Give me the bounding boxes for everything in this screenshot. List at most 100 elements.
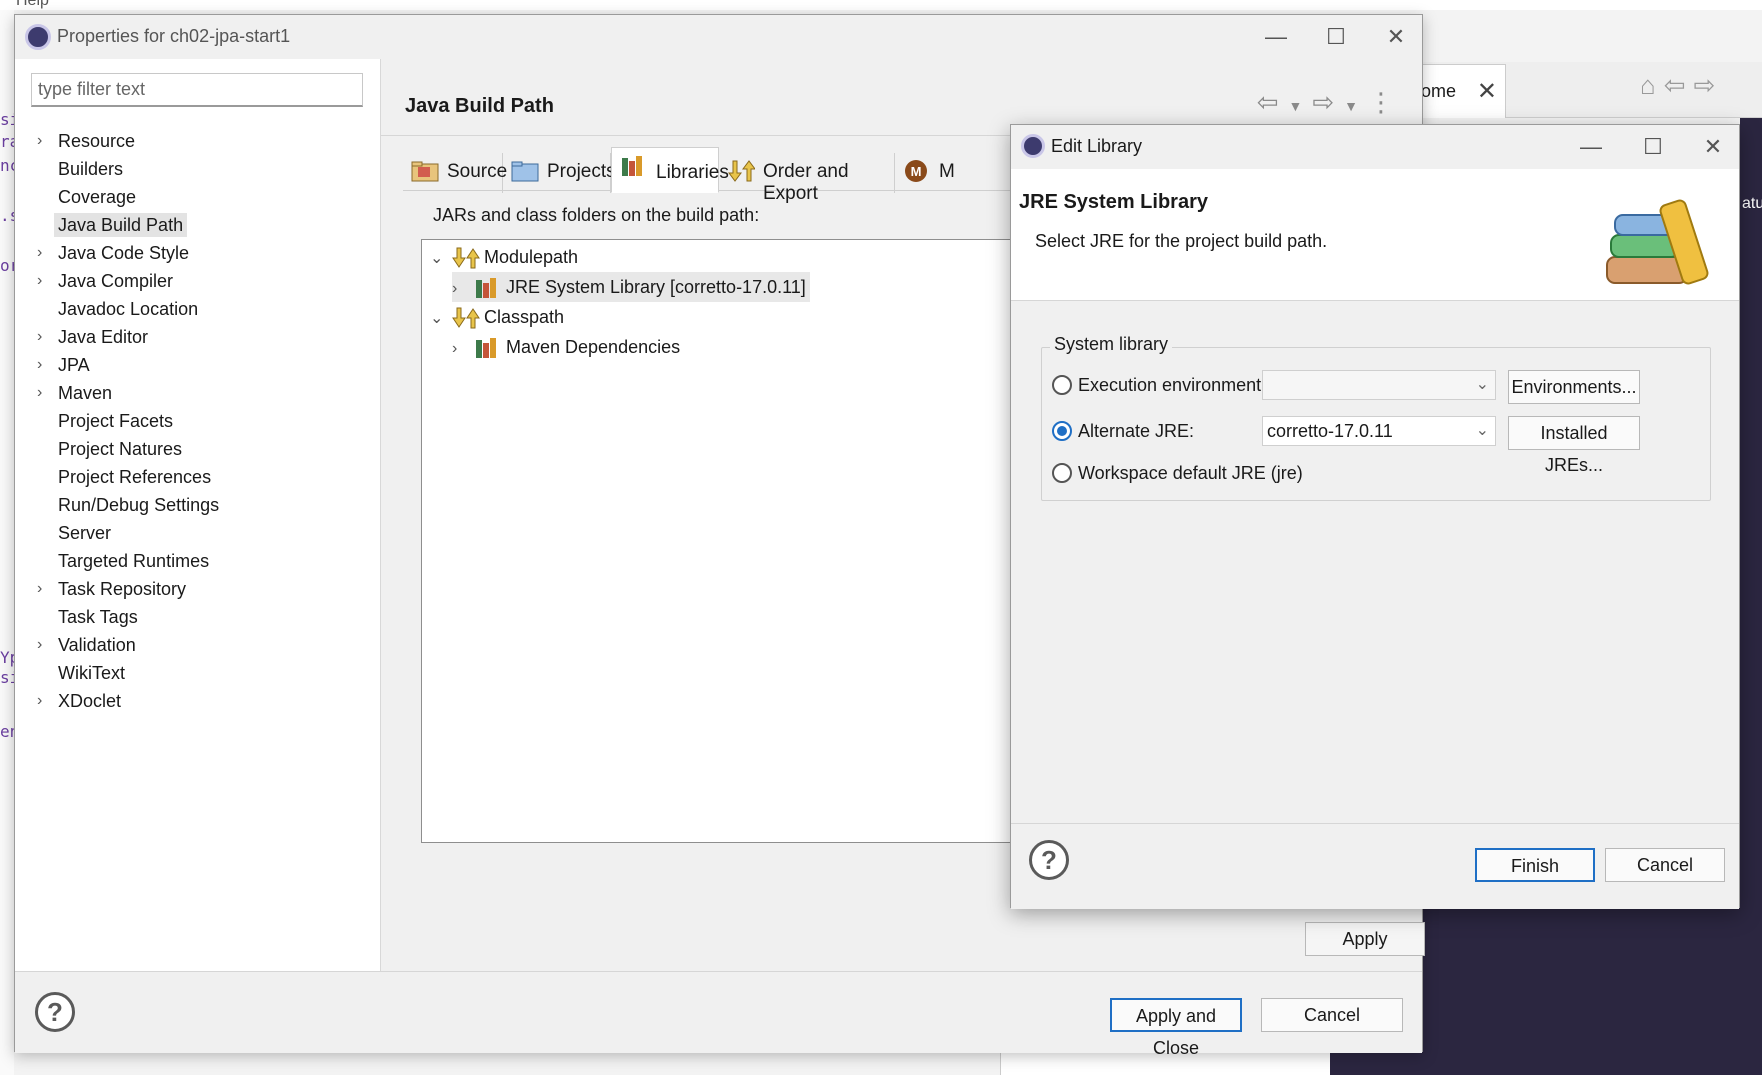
sidebar-item-label: Validation (58, 635, 136, 655)
sidebar-item-project-facets[interactable]: Project Facets (15, 407, 381, 435)
back-arrow-icon[interactable]: ⇦ (1664, 70, 1694, 100)
close-button[interactable]: ✕ (1693, 131, 1733, 163)
installed-jres-button[interactable]: Installed JREs... (1508, 416, 1640, 475)
chevron-right-icon[interactable]: › (37, 267, 42, 295)
edit-library-footer: ? Finish Cancel (1011, 823, 1739, 909)
home-icon[interactable]: ⌂ (1640, 70, 1664, 100)
tab-label: Projects (547, 161, 616, 182)
cancel-button[interactable]: Cancel (1605, 848, 1725, 882)
sidebar-item-builders[interactable]: Builders (15, 155, 381, 183)
minimize-button[interactable]: — (1256, 21, 1296, 53)
back-arrow-icon[interactable]: ⇦ (1257, 87, 1279, 117)
tree-node-classpath[interactable]: ⌄ Classpath (430, 302, 564, 332)
chevron-right-icon[interactable]: › (37, 323, 42, 351)
help-icon[interactable]: ? (1029, 840, 1069, 880)
chevron-right-icon[interactable]: › (37, 239, 42, 267)
execution-environment-option[interactable]: Execution environment: (1052, 370, 1266, 400)
select-value: corretto-17.0.11 (1267, 421, 1393, 441)
sidebar-item-java-compiler[interactable]: › Java Compiler (15, 267, 381, 295)
welcome-tab[interactable]: ome ✕ (1418, 64, 1506, 118)
edit-library-titlebar: Edit Library — ☐ ✕ (1011, 125, 1739, 169)
sidebar-item-label: Java Editor (58, 327, 149, 347)
alternate-jre-option[interactable]: Alternate JRE: (1052, 416, 1194, 446)
sidebar-item-jpa[interactable]: › JPA (15, 351, 381, 379)
sidebar-item-xdoclet[interactable]: › XDoclet (15, 687, 381, 715)
sidebar-item-coverage[interactable]: Coverage (15, 183, 381, 211)
sidebar-item-task-tags[interactable]: Task Tags (15, 603, 381, 631)
sidebar-item-maven[interactable]: › Maven (15, 379, 381, 407)
workspace-default-radio[interactable] (1052, 463, 1072, 483)
tab-label: Libraries (656, 162, 729, 183)
sidebar-item-javadoc-location[interactable]: Javadoc Location (15, 295, 381, 323)
sidebar-item-label: Task Repository (58, 579, 187, 599)
chevron-right-icon[interactable]: › (37, 575, 42, 603)
sidebar-item-resource[interactable]: › Resource (15, 127, 381, 155)
sidebar-item-label: Project References (58, 467, 212, 487)
sidebar-item-validation[interactable]: › Validation (15, 631, 381, 659)
environments-button[interactable]: Environments... (1508, 370, 1640, 404)
ide-menu-help[interactable]: Help (16, 0, 49, 10)
sidebar-item-targeted-runtimes[interactable]: Targeted Runtimes (15, 547, 381, 575)
tab-maven[interactable]: M M (895, 153, 955, 193)
chevron-down-icon[interactable]: ⌄ (430, 304, 452, 334)
sidebar-item-label: Builders (58, 159, 124, 179)
sidebar-item-task-repository[interactable]: › Task Repository (15, 575, 381, 603)
tab-source[interactable]: Source (403, 153, 507, 193)
tree-node-maven-dependencies[interactable]: › Maven Dependencies (452, 332, 680, 362)
close-icon[interactable]: ✕ (1477, 77, 1497, 106)
tab-order-export[interactable]: Order and Export (719, 153, 895, 204)
chevron-down-icon[interactable]: ▼ (1344, 98, 1358, 114)
help-icon[interactable]: ? (35, 992, 75, 1032)
apply-and-close-button[interactable]: Apply and Close (1110, 998, 1242, 1058)
filter-input[interactable] (31, 73, 363, 107)
tab-projects[interactable]: Projects (503, 153, 616, 193)
sidebar-item-project-natures[interactable]: Project Natures (15, 435, 381, 463)
option-label: Alternate JRE: (1078, 421, 1195, 441)
alternate-jre-select[interactable]: corretto-17.0.11 ⌄ (1262, 416, 1496, 446)
forward-arrow-icon[interactable]: ⇨ (1312, 87, 1334, 117)
sidebar-item-run-debug-settings[interactable]: Run/Debug Settings (15, 491, 381, 519)
chevron-right-icon[interactable]: › (37, 687, 42, 715)
sidebar-item-java-code-style[interactable]: › Java Code Style (15, 239, 381, 267)
execution-environment-select[interactable]: ⌄ (1262, 370, 1496, 400)
sidebar-item-project-references[interactable]: Project References (15, 463, 381, 491)
maximize-button[interactable]: ☐ (1633, 131, 1673, 163)
sidebar-item-wikitext[interactable]: WikiText (15, 659, 381, 687)
alternate-jre-radio[interactable] (1052, 421, 1072, 441)
execution-environment-radio[interactable] (1052, 375, 1072, 395)
chevron-right-icon[interactable]: › (37, 379, 42, 407)
chevron-right-icon[interactable]: › (37, 351, 42, 379)
libraries-icon (622, 156, 642, 176)
close-button[interactable]: ✕ (1376, 21, 1416, 53)
editor-gutter: si ra nc .s or Yp si en (0, 10, 19, 1075)
chevron-right-icon[interactable]: › (37, 631, 42, 659)
chevron-down-icon: ⌄ (1475, 376, 1489, 393)
forward-arrow-icon[interactable]: ⇨ (1694, 70, 1724, 100)
tree-node-modulepath[interactable]: ⌄ Modulepath (430, 242, 578, 272)
finish-button[interactable]: Finish (1475, 848, 1595, 882)
modulepath-icon (452, 247, 480, 269)
chevron-right-icon[interactable]: › (37, 127, 42, 155)
minimize-button[interactable]: — (1571, 131, 1611, 163)
sidebar-item-server[interactable]: Server (15, 519, 381, 547)
chevron-down-icon[interactable]: ⌄ (430, 244, 452, 274)
cancel-button[interactable]: Cancel (1261, 998, 1403, 1032)
sidebar-item-label: Coverage (58, 187, 137, 207)
sidebar-item-java-build-path[interactable]: Java Build Path (15, 211, 381, 239)
sidebar-item-label: Java Compiler (58, 271, 174, 291)
more-menu-icon[interactable]: ⋮ (1368, 87, 1394, 117)
chevron-right-icon[interactable]: › (452, 274, 474, 304)
library-icon (476, 338, 496, 359)
tab-libraries[interactable]: Libraries (611, 147, 729, 193)
sidebar-item-label: Java Build Path (54, 213, 188, 237)
maximize-button[interactable]: ☐ (1316, 21, 1356, 53)
tab-label: M (939, 161, 955, 182)
workspace-default-jre-option[interactable]: Workspace default JRE (jre) (1052, 458, 1303, 488)
welcome-nav: ⌂⇦⇨ (1640, 70, 1723, 101)
tree-node-jre-system-library[interactable]: › JRE System Library [corretto-17.0.11] (452, 272, 810, 302)
apply-button[interactable]: Apply (1305, 922, 1425, 956)
sidebar-item-java-editor[interactable]: › Java Editor (15, 323, 381, 351)
chevron-right-icon[interactable]: › (452, 334, 474, 364)
sidebar-item-label: Java Code Style (58, 243, 190, 263)
chevron-down-icon[interactable]: ▼ (1288, 98, 1302, 114)
